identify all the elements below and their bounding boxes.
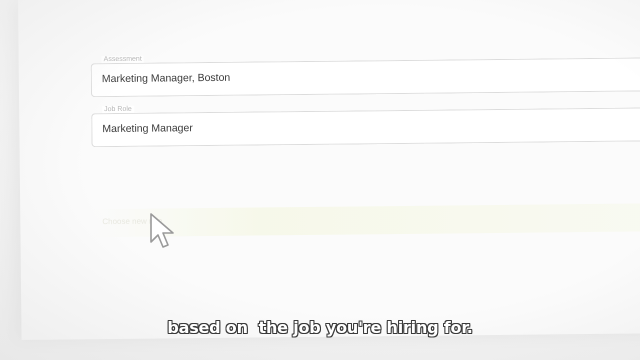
assessment-field-value: Marketing Manager, Boston	[101, 71, 231, 86]
assessment-field[interactable]: Assessment Marketing Manager, Boston	[90, 55, 640, 98]
assessment-field-label: Assessment	[101, 55, 144, 64]
job-role-field[interactable]: Job Role Marketing Manager	[91, 105, 640, 148]
job-role-field-value: Marketing Manager	[102, 122, 193, 136]
subtitle-caption: based on the job you're hiring for.	[167, 318, 473, 337]
arrow-pointer-icon	[150, 213, 174, 248]
job-role-field-label: Job Role	[102, 105, 134, 114]
video-frame: Assessment Marketing Manager, Boston Job…	[0, 0, 640, 360]
assessment-form-panel: Assessment Marketing Manager, Boston Job…	[18, 0, 640, 340]
